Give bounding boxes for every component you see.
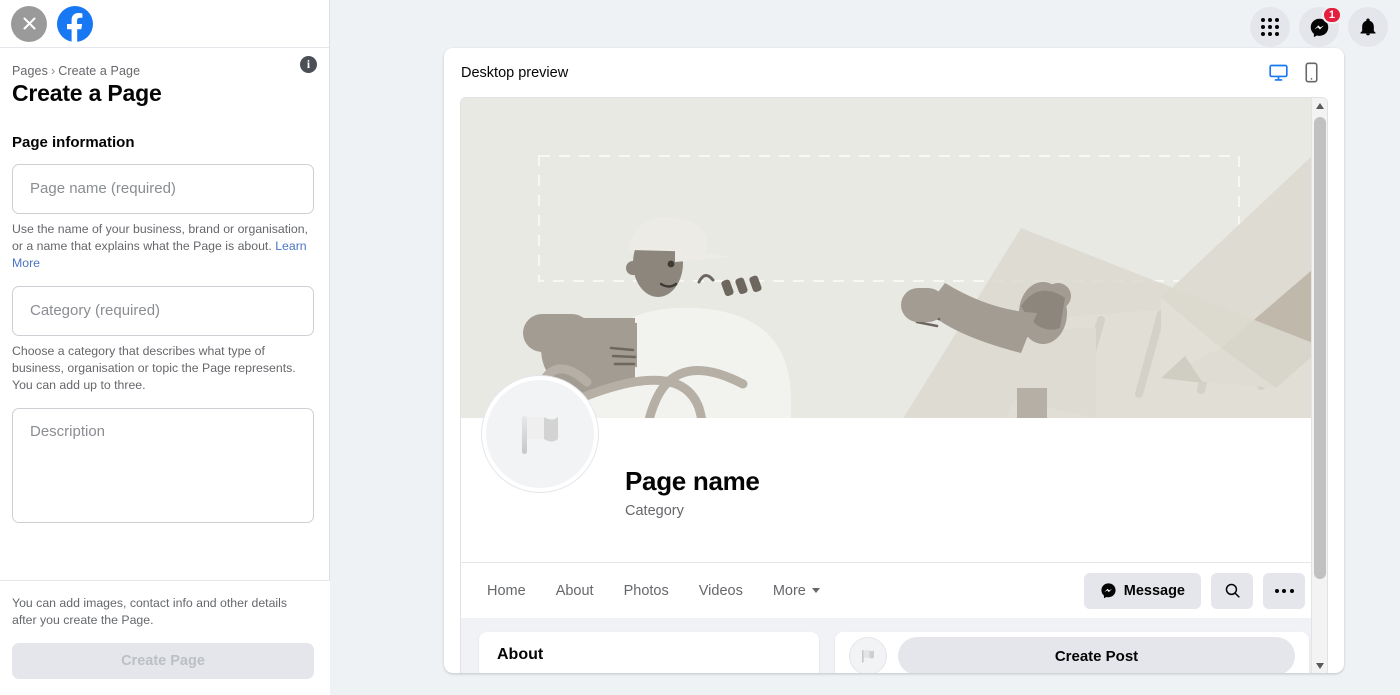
mobile-phone-icon[interactable] bbox=[1303, 62, 1320, 83]
page-identity: Page name Category bbox=[625, 466, 760, 519]
about-card[interactable]: About bbox=[479, 632, 819, 673]
preview-title: Desktop preview bbox=[461, 64, 569, 81]
category-placeholder: Category (required) bbox=[30, 302, 161, 320]
section-heading: Page information bbox=[12, 133, 135, 151]
breadcrumb: Pages › Create a Page bbox=[12, 64, 311, 78]
scrollbar-thumb[interactable] bbox=[1314, 117, 1326, 579]
sidebar-footer: You can add images, contact info and oth… bbox=[0, 579, 330, 695]
page-name-preview: Page name bbox=[625, 466, 760, 496]
preview-stage: Page name Category Home About Photos Vid… bbox=[460, 97, 1328, 673]
close-x-icon[interactable] bbox=[11, 5, 47, 42]
messenger-icon[interactable]: 1 bbox=[1299, 6, 1342, 47]
nav-item-photos[interactable]: Photos bbox=[624, 583, 669, 599]
page-feed-row: About Create Post bbox=[461, 618, 1327, 673]
create-page-button[interactable]: Create Page bbox=[12, 643, 314, 679]
page-name-placeholder: Page name (required) bbox=[30, 180, 176, 198]
preview-header: Desktop preview bbox=[444, 48, 1344, 97]
nav-item-videos-label: Videos bbox=[698, 582, 743, 599]
scroll-down-arrow-icon[interactable] bbox=[1312, 658, 1327, 673]
page-nav-actions: Message bbox=[1083, 572, 1305, 609]
preview-panel: Desktop preview Page name Category Home … bbox=[444, 48, 1344, 673]
preview-scrollbar[interactable] bbox=[1311, 98, 1327, 673]
breadcrumb-parent[interactable]: Pages bbox=[12, 64, 48, 78]
info-icon[interactable]: i bbox=[300, 56, 317, 73]
category-input[interactable]: Category (required) bbox=[12, 285, 314, 336]
nav-item-more-label: More bbox=[772, 582, 806, 599]
create-post-button[interactable]: Create Post bbox=[898, 637, 1295, 673]
page-name-input[interactable]: Page name (required) bbox=[12, 163, 314, 214]
description-placeholder: Description bbox=[30, 423, 106, 441]
page-title: Create a Page bbox=[12, 80, 162, 106]
page-name-help: Use the name of your business, brand or … bbox=[12, 221, 314, 272]
footer-note: You can add images, contact info and oth… bbox=[12, 595, 288, 627]
nav-item-about-label: About bbox=[555, 582, 594, 599]
facebook-logo[interactable] bbox=[57, 5, 93, 42]
message-button[interactable]: Message bbox=[1083, 572, 1201, 609]
sidebar-topbar bbox=[0, 0, 329, 48]
page-name-help-text: Use the name of your business, brand or … bbox=[12, 221, 308, 253]
nav-item-more[interactable]: More bbox=[773, 583, 820, 599]
desktop-monitor-icon[interactable] bbox=[1268, 62, 1289, 83]
nav-item-about[interactable]: About bbox=[556, 583, 594, 599]
category-help: Choose a category that describes what ty… bbox=[12, 343, 296, 393]
cover-illustration bbox=[461, 98, 1327, 418]
top-right-actions: 1 bbox=[1250, 6, 1388, 47]
page-profile-row: Page name Category bbox=[461, 376, 1327, 562]
nav-item-videos[interactable]: Videos bbox=[699, 583, 743, 599]
bell-icon[interactable] bbox=[1348, 7, 1388, 47]
cover-artwork bbox=[461, 98, 1313, 418]
nav-item-home[interactable]: Home bbox=[487, 583, 526, 599]
sidebar-body: i Pages › Create a Page Create a Page Page… bbox=[0, 48, 329, 524]
breadcrumb-current: Create a Page bbox=[58, 64, 141, 78]
page-nav-links: Home About Photos Videos More bbox=[487, 583, 820, 599]
nav-item-home-label: Home bbox=[487, 582, 526, 599]
message-button-label: Message bbox=[1123, 582, 1185, 599]
page-category-preview: Category bbox=[625, 503, 684, 519]
flag-placeholder-icon bbox=[849, 637, 887, 673]
messenger-icon bbox=[1101, 583, 1116, 599]
about-card-title: About bbox=[497, 646, 544, 663]
grid-apps-icon[interactable] bbox=[1250, 7, 1290, 47]
create-post-card: Create Post bbox=[835, 632, 1309, 673]
nav-item-photos-label: Photos bbox=[623, 582, 669, 599]
description-input[interactable]: Description bbox=[12, 408, 314, 524]
device-toggles bbox=[1268, 62, 1328, 83]
page-nav-row: Home About Photos Videos More Message bbox=[461, 562, 1327, 618]
breadcrumb-separator: › bbox=[50, 64, 56, 78]
search-icon[interactable] bbox=[1211, 572, 1253, 609]
create-page-sidebar: i Pages › Create a Page Create a Page Page… bbox=[0, 0, 330, 695]
ellipsis-icon[interactable] bbox=[1263, 572, 1305, 609]
flag-placeholder-icon[interactable] bbox=[482, 376, 598, 492]
app-root: i Pages › Create a Page Create a Page Page… bbox=[0, 0, 1400, 695]
chevron-down-icon bbox=[811, 588, 820, 593]
messenger-badge: 1 bbox=[1321, 6, 1342, 24]
scroll-up-arrow-icon[interactable] bbox=[1312, 98, 1327, 114]
